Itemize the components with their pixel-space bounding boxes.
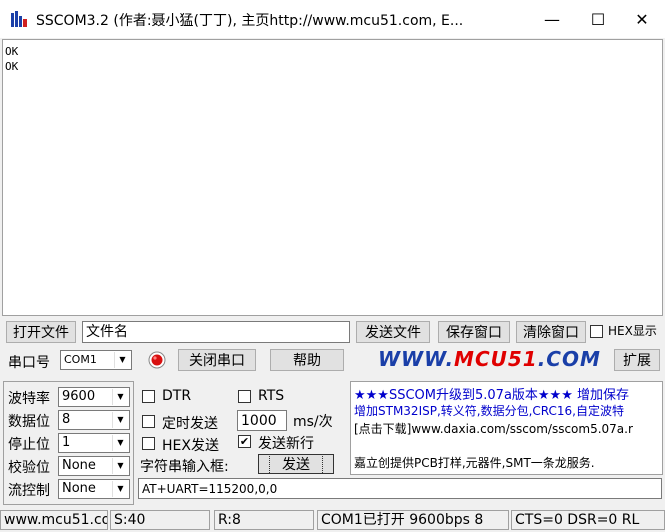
hex-send-checkbox[interactable] [142,437,155,450]
send-newline-label: 发送新行 [258,436,314,452]
data-bits-label: 数据位 [8,414,50,430]
stop-bits-select[interactable]: 1 ▼ [58,433,130,453]
file-name-input[interactable]: 文件名 [82,321,350,343]
dtr-checkbox[interactable] [142,390,155,403]
chevron-down-icon: ▼ [114,352,130,368]
site-logo[interactable]: WWW.MCU51.COM [378,347,601,371]
ad-line-1[interactable]: ★★★SSCOM升级到5.07a版本★★★ 增加保存 [354,384,629,403]
send-file-button[interactable]: 发送文件 [356,321,430,343]
app-icon [11,11,27,27]
send-button[interactable]: 发送 [258,454,334,474]
expand-button[interactable]: 扩展 [614,349,660,371]
minimize-icon: — [544,9,560,29]
timed-send-label: 定时发送 [162,416,218,432]
chevron-down-icon: ▼ [112,481,128,497]
chevron-down-icon: ▼ [112,435,128,451]
stop-bits-value: 1 [62,435,71,450]
rts-checkbox[interactable] [238,390,251,403]
baud-value: 9600 [62,389,96,404]
status-sent-count: S:40 [110,510,210,530]
maximize-button[interactable]: ☐ [575,0,621,38]
site-logo-text: WWW.MCU51.COM [378,347,601,371]
close-button[interactable]: ✕ [619,0,665,38]
port-label: 串口号 [8,355,50,371]
chevron-down-icon: ▼ [112,412,128,428]
status-line-signals: CTS=0 DSR=0 RL [511,510,665,530]
string-input-label: 字符串输入框: [140,459,229,475]
rts-label: RTS [258,388,285,404]
hex-display-label: HEX显示 [608,324,657,338]
status-site: www.mcu51.cor [0,510,108,530]
flow-control-select[interactable]: None ▼ [58,479,130,499]
help-button[interactable]: 帮助 [270,349,344,371]
port-select[interactable]: COM1 ▼ [60,350,132,370]
hex-send-label: HEX发送 [162,438,219,454]
hex-display-checkbox[interactable] [590,325,603,338]
ad-panel[interactable]: ★★★SSCOM升级到5.07a版本★★★ 增加保存 增加STM32ISP,转义… [350,381,663,475]
close-port-button[interactable]: 关闭串口 [178,349,256,371]
ad-line-2[interactable]: 增加STM32ISP,转义符,数据分包,CRC16,自定波特 [354,402,624,419]
status-received-count: R:8 [214,510,314,530]
interval-unit-label: ms/次 [293,414,333,430]
ad-line-4[interactable]: 嘉立创提供PCB打样,元器件,SMT一条龙服务. [354,454,595,471]
baud-label: 波特率 [8,391,50,407]
close-icon: ✕ [635,9,649,29]
interval-input[interactable]: 1000 [237,410,287,431]
baud-select[interactable]: 9600 ▼ [58,387,130,407]
minimize-button[interactable]: — [529,0,575,38]
maximize-icon: ☐ [590,9,606,29]
save-window-button[interactable]: 保存窗口 [438,321,510,343]
port-status-lamp-icon [148,351,166,369]
checkmark-icon: ✔ [239,435,250,448]
chevron-down-icon: ▼ [112,458,128,474]
flow-control-value: None [62,481,96,496]
data-bits-value: 8 [62,412,71,427]
port-value: COM1 [64,353,97,366]
clear-window-button[interactable]: 清除窗口 [516,321,586,343]
timed-send-checkbox[interactable] [142,415,155,428]
receive-area[interactable]: OK OK [2,39,663,316]
send-text-input[interactable]: AT+UART=115200,0,0 [138,478,662,499]
data-bits-select[interactable]: 8 ▼ [58,410,130,430]
window-title: SSCOM3.2 (作者:聂小猛(丁丁), 主页http://www.mcu51… [36,13,464,29]
parity-select[interactable]: None ▼ [58,456,130,476]
parity-value: None [62,458,96,473]
ad-line-3[interactable]: [点击下载]www.daxia.com/sscom/sscom5.07a.r [354,420,633,437]
status-port-state: COM1已打开 9600bps 8 [317,510,509,530]
parity-label: 校验位 [8,460,50,476]
dtr-label: DTR [162,388,192,404]
chevron-down-icon: ▼ [112,389,128,405]
send-button-label: 发送 [269,455,323,473]
flow-control-label: 流控制 [8,483,50,499]
stop-bits-label: 停止位 [8,437,50,453]
send-newline-checkbox[interactable]: ✔ [238,435,251,448]
open-file-button[interactable]: 打开文件 [6,321,76,343]
